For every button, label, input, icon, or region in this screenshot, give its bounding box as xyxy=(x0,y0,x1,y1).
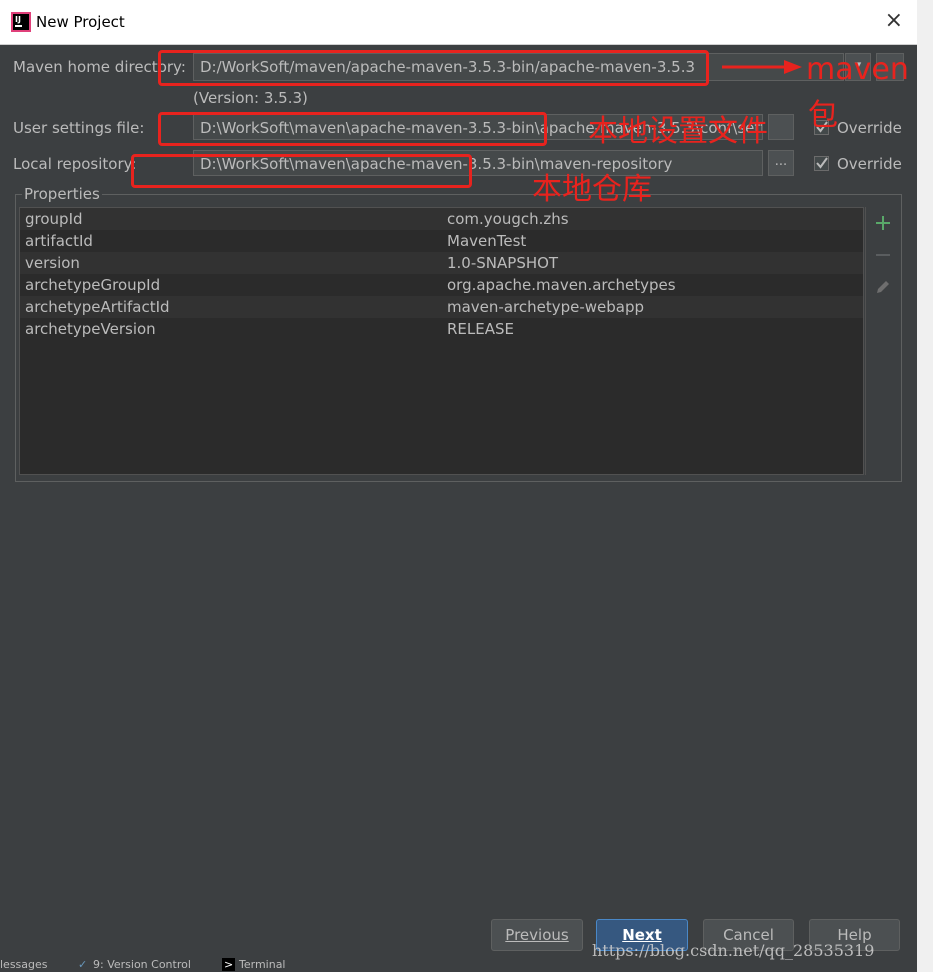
background-strip xyxy=(917,0,933,972)
property-value: com.yougch.zhs xyxy=(447,210,569,228)
ide-status-bar: lessages ✓ 9: Version Control > Terminal xyxy=(0,958,917,972)
previous-button[interactable]: Previous xyxy=(491,919,583,951)
terminal-icon: > xyxy=(222,958,236,971)
property-value: MavenTest xyxy=(447,232,527,250)
messages-tab[interactable]: lessages xyxy=(0,958,48,971)
annotation-arrow-icon xyxy=(722,60,802,74)
version-control-tab[interactable]: 9: Version Control xyxy=(93,958,191,971)
table-row[interactable]: version 1.0-SNAPSHOT xyxy=(20,252,863,274)
version-control-icon: ✓ xyxy=(78,958,88,971)
property-value: 1.0-SNAPSHOT xyxy=(447,254,559,272)
maven-version-note: (Version: 3.5.3) xyxy=(193,89,308,107)
properties-table[interactable]: groupId com.yougch.zhs artifactId MavenT… xyxy=(19,207,864,475)
local-repository-browse-button[interactable]: ... xyxy=(768,150,794,176)
annotation-box-settings xyxy=(158,112,547,146)
svg-text:IJ: IJ xyxy=(15,15,21,24)
intellij-app-icon: IJ xyxy=(11,12,31,32)
user-settings-override-label: Override xyxy=(837,119,902,137)
table-row[interactable]: archetypeVersion RELEASE xyxy=(20,318,863,340)
local-repository-override-checkbox[interactable] xyxy=(814,156,829,171)
property-key: version xyxy=(25,254,80,272)
property-key: archetypeVersion xyxy=(25,320,156,338)
close-icon[interactable]: × xyxy=(885,9,903,33)
property-value: RELEASE xyxy=(447,320,514,338)
property-value: org.apache.maven.archetypes xyxy=(447,276,676,294)
property-key: artifactId xyxy=(25,232,93,250)
pencil-icon[interactable] xyxy=(873,277,893,297)
watermark: https://blog.csdn.net/qq_28535319 xyxy=(592,941,875,960)
local-repository-label: Local repository: xyxy=(13,155,137,173)
annotation-box-maven-home xyxy=(158,50,709,86)
plus-icon[interactable] xyxy=(873,213,893,233)
property-key: archetypeArtifactId xyxy=(25,298,170,316)
properties-toolbar xyxy=(865,207,900,475)
local-repository-override-label: Override xyxy=(837,155,902,173)
property-value: maven-archetype-webapp xyxy=(447,298,645,316)
minus-icon[interactable] xyxy=(873,245,893,265)
property-key: archetypeGroupId xyxy=(25,276,161,294)
annotation-local-repo: 本地仓库 xyxy=(532,172,652,207)
table-row[interactable]: archetypeGroupId org.apache.maven.archet… xyxy=(20,274,863,296)
table-row[interactable]: groupId com.yougch.zhs xyxy=(20,208,863,230)
property-key: groupId xyxy=(25,210,83,228)
checkmark-icon xyxy=(816,157,828,169)
title-bar: IJ New Project × xyxy=(0,0,917,45)
window-title: New Project xyxy=(36,13,125,31)
annotation-box-repository xyxy=(131,154,472,188)
annotation-local-settings: 本地设置文件 xyxy=(588,114,768,149)
terminal-tab[interactable]: Terminal xyxy=(239,958,286,971)
annotation-maven: maven xyxy=(806,52,909,87)
table-row[interactable]: artifactId MavenTest xyxy=(20,230,863,252)
annotation-package: 包 xyxy=(808,98,838,133)
previous-button-label: Previous xyxy=(505,926,569,944)
table-row[interactable]: archetypeArtifactId maven-archetype-weba… xyxy=(20,296,863,318)
user-settings-browse-button[interactable] xyxy=(768,114,794,140)
properties-legend: Properties xyxy=(22,185,102,203)
user-settings-label: User settings file: xyxy=(13,119,145,137)
